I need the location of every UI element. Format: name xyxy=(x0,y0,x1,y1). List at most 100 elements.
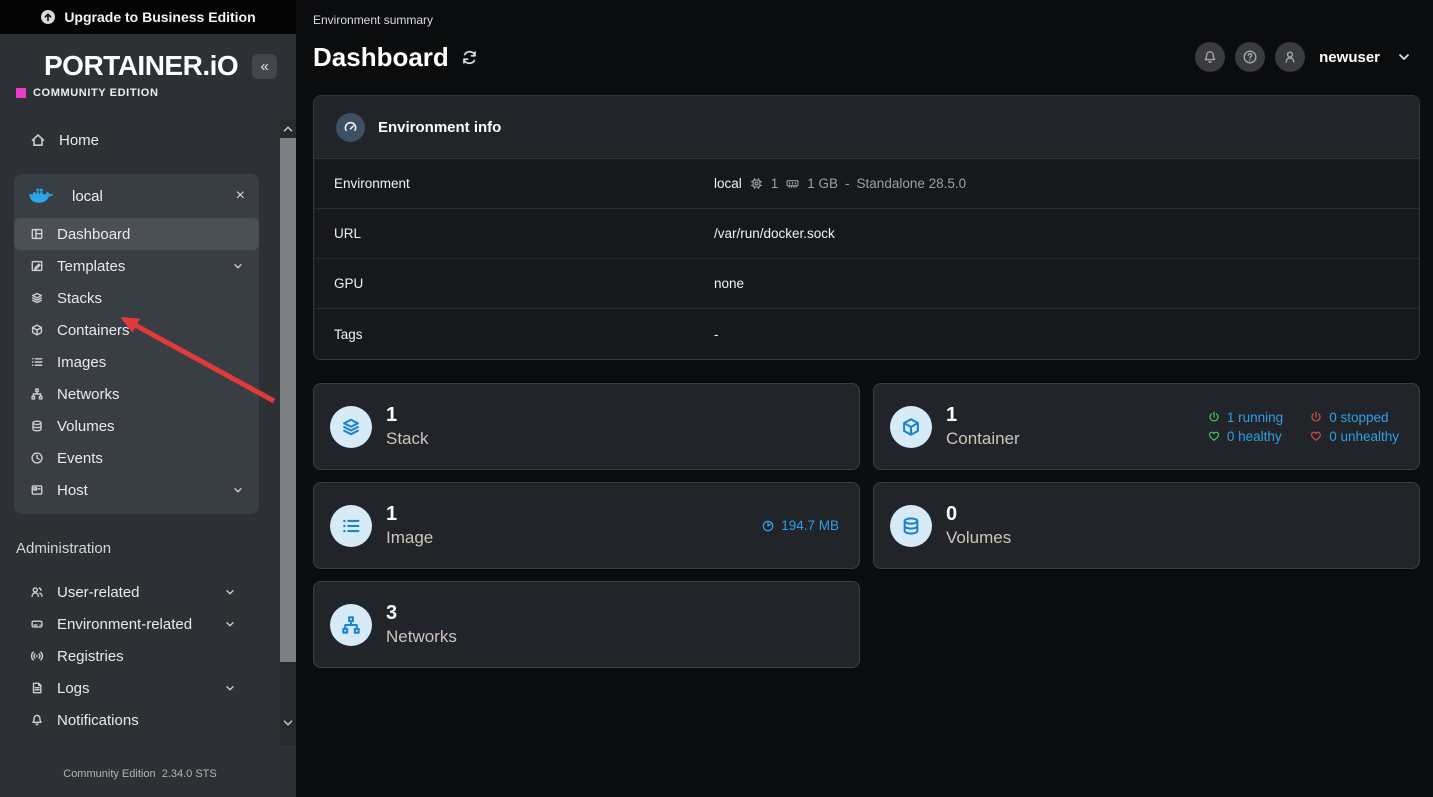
templates-icon xyxy=(30,259,44,273)
volumes-label: Volumes xyxy=(946,527,1403,548)
networks-icon xyxy=(30,387,44,401)
sidebar-collapse-button[interactable]: « xyxy=(252,54,277,79)
cpu-icon xyxy=(749,176,764,191)
list-icon xyxy=(340,515,362,537)
sidebar-item-label: Containers xyxy=(57,322,245,339)
upgrade-banner-label: Upgrade to Business Edition xyxy=(64,9,255,25)
edition-square-icon xyxy=(16,88,26,98)
chevron-down-icon xyxy=(223,585,237,599)
volumes-count: 0 xyxy=(946,502,1403,527)
networks-card[interactable]: 3 Networks xyxy=(313,581,860,668)
status-stopped[interactable]: 0 stopped xyxy=(1309,410,1399,425)
chevron-down-icon[interactable] xyxy=(1396,49,1412,65)
scroll-down-icon[interactable] xyxy=(281,716,295,730)
help-button[interactable] xyxy=(1235,42,1265,72)
sidebar-item-registries[interactable]: Registries xyxy=(14,640,245,672)
home-icon xyxy=(30,132,46,148)
status-text: 0 stopped xyxy=(1329,410,1388,425)
sidebar-item-user-related[interactable]: User-related xyxy=(14,576,245,608)
sidebar-item-home[interactable]: Home xyxy=(0,126,259,154)
sidebar-item-dashboard[interactable]: Dashboard xyxy=(14,218,259,250)
sidebar-item-host[interactable]: Host xyxy=(14,474,259,506)
info-row-gpu: GPU none xyxy=(314,259,1419,309)
refresh-button[interactable] xyxy=(461,49,478,66)
administration-list: User-related Environment-related Registr… xyxy=(14,576,245,736)
footer-version: 2.34.0 STS xyxy=(162,768,217,780)
sidebar: Upgrade to Business Edition PORTAINER.iO… xyxy=(0,0,296,797)
networks-icon-circle xyxy=(330,604,372,646)
upgrade-banner[interactable]: Upgrade to Business Edition xyxy=(0,0,296,34)
sidebar-item-label: Registries xyxy=(57,648,237,665)
sidebar-item-notifications[interactable]: Notifications xyxy=(14,704,245,736)
sidebar-item-events[interactable]: Events xyxy=(14,442,259,474)
user-menu-button[interactable] xyxy=(1275,42,1305,72)
stack-label: Stack xyxy=(386,428,843,449)
environment-info-header: Environment info xyxy=(314,96,1419,159)
scrollbar-thumb[interactable] xyxy=(280,138,296,662)
memory-icon xyxy=(785,176,800,191)
volumes-icon-circle xyxy=(890,505,932,547)
sidebar-item-images[interactable]: Images xyxy=(14,346,259,378)
sidebar-item-label: Dashboard xyxy=(57,226,245,243)
sidebar-item-environment-related[interactable]: Environment-related xyxy=(14,608,245,640)
status-unhealthy[interactable]: 0 unhealthy xyxy=(1309,429,1399,444)
chevron-down-icon xyxy=(231,259,245,273)
portainer-dashboard: Upgrade to Business Edition PORTAINER.iO… xyxy=(0,0,1433,797)
close-environment-button[interactable]: × xyxy=(236,188,245,204)
sidebar-item-networks[interactable]: Networks xyxy=(14,378,259,410)
info-value: local 1 1 GB - Standalone 28.5.0 xyxy=(714,176,966,191)
sidebar-item-label: Templates xyxy=(57,258,218,275)
info-row-url: URL /var/run/docker.sock xyxy=(314,209,1419,259)
sidebar-item-label: Volumes xyxy=(57,418,245,435)
sidebar-item-containers[interactable]: Containers xyxy=(14,314,259,346)
scroll-up-icon[interactable] xyxy=(281,122,295,136)
containers-card[interactable]: 1 Container 1 running 0 stopped 0 health… xyxy=(873,383,1420,470)
heart-icon xyxy=(1207,429,1221,443)
footer-edition: Community Edition xyxy=(63,768,155,780)
container-label: Container xyxy=(946,428,1207,449)
sidebar-item-label: Stacks xyxy=(57,290,245,307)
sidebar-item-templates[interactable]: Templates xyxy=(14,250,259,282)
chevron-down-icon xyxy=(223,681,237,695)
sidebar-item-label: Host xyxy=(57,482,218,499)
sidebar-item-volumes[interactable]: Volumes xyxy=(14,410,259,442)
header-actions: newuser xyxy=(1195,42,1412,72)
card-texts: 3 Networks xyxy=(386,601,843,647)
stacks-card[interactable]: 1 Stack xyxy=(313,383,860,470)
status-running[interactable]: 1 running xyxy=(1207,410,1283,425)
status-healthy[interactable]: 0 healthy xyxy=(1207,429,1283,444)
refresh-icon xyxy=(461,49,478,66)
image-size-badge: 194.7 MB xyxy=(761,518,839,533)
status-text: 0 unhealthy xyxy=(1329,429,1399,444)
info-label: URL xyxy=(314,226,714,241)
volumes-card[interactable]: 0 Volumes xyxy=(873,482,1420,569)
container-count: 1 xyxy=(946,403,1207,428)
sidebar-item-logs[interactable]: Logs xyxy=(14,672,245,704)
info-value: none xyxy=(714,276,744,291)
administration-section-label: Administration xyxy=(16,540,111,557)
arrow-up-circle-icon xyxy=(40,9,56,25)
status-text: 1 running xyxy=(1227,410,1283,425)
notifications-button[interactable] xyxy=(1195,42,1225,72)
sidebar-item-label: Events xyxy=(57,450,245,467)
networks-label: Networks xyxy=(386,626,843,647)
breadcrumb[interactable]: Environment summary xyxy=(313,13,433,27)
networks-count: 3 xyxy=(386,601,843,626)
sidebar-scrollbar[interactable] xyxy=(280,120,296,745)
stacks-icon xyxy=(30,291,44,305)
user-icon xyxy=(1282,49,1298,65)
environment-header[interactable]: local × xyxy=(14,174,259,218)
power-icon xyxy=(1207,410,1221,424)
info-row-tags: Tags - xyxy=(314,309,1419,359)
card-texts: 1 Image xyxy=(386,502,761,548)
panel-title: Environment info xyxy=(378,119,501,136)
gauge-icon xyxy=(342,119,359,136)
environment-name: local xyxy=(714,176,742,191)
sidebar-item-label: Environment-related xyxy=(57,616,210,633)
sidebar-item-stacks[interactable]: Stacks xyxy=(14,282,259,314)
images-card[interactable]: 1 Image 194.7 MB xyxy=(313,482,860,569)
stacks-icon xyxy=(340,416,362,438)
containers-icon-circle xyxy=(890,406,932,448)
gauge-icon-circle xyxy=(336,113,365,142)
username[interactable]: newuser xyxy=(1319,49,1380,66)
